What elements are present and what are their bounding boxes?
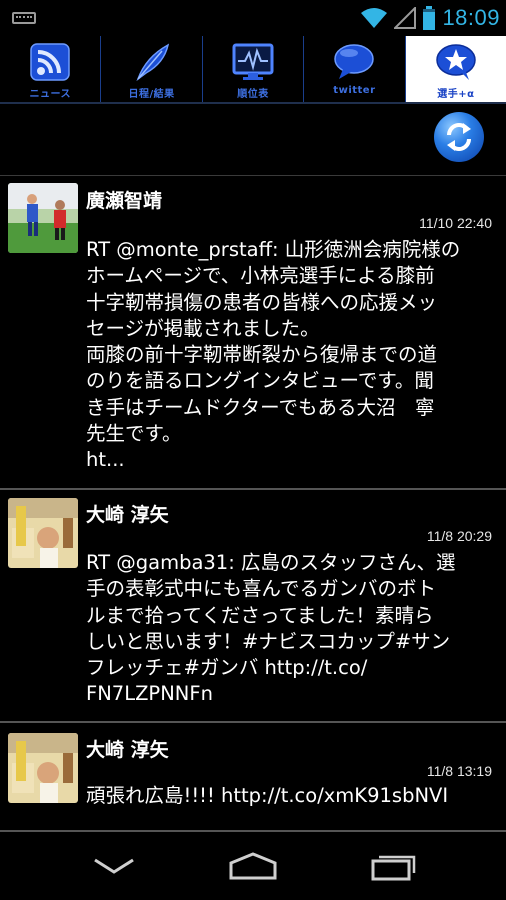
back-button[interactable]: [84, 844, 144, 888]
home-icon: [229, 852, 277, 880]
tab-twitter[interactable]: twitter: [303, 36, 404, 102]
tweet-timestamp: 11/10 22:40: [419, 215, 492, 231]
home-button[interactable]: [223, 844, 283, 888]
recents-icon: [371, 855, 416, 881]
tab-standings-label: 順位表: [237, 89, 269, 100]
recents-button[interactable]: [364, 844, 424, 888]
keyboard-icon: [12, 12, 36, 24]
tweet-list[interactable]: 廣瀬智靖 11/10 22:40 RT @monte_prstaff: 山形徳洲…: [0, 177, 506, 832]
tab-news[interactable]: ニュース: [0, 36, 100, 102]
tweet-item[interactable]: 廣瀬智靖 11/10 22:40 RT @monte_prstaff: 山形徳洲…: [0, 177, 506, 490]
tab-bar: ニュース 日程/結果 順位表 twitter 選手+α: [0, 36, 506, 104]
avatar: [8, 183, 78, 253]
avatar: [8, 498, 78, 568]
wifi-icon: [361, 8, 388, 28]
battery-icon: [423, 6, 436, 30]
rss-icon: [28, 42, 72, 82]
back-chevron-icon: [94, 858, 134, 874]
tab-schedule[interactable]: 日程/結果: [100, 36, 201, 102]
clock: 18:09: [442, 5, 500, 30]
status-bar: 18:09: [0, 0, 506, 36]
tweet-timestamp: 11/8 13:19: [426, 763, 492, 779]
toolbar: [0, 104, 506, 176]
tab-players[interactable]: 選手+α: [404, 36, 506, 102]
tab-standings[interactable]: 順位表: [201, 36, 303, 102]
tweet-timestamp: 11/8 20:29: [426, 528, 492, 544]
tweet-body: 頑張れ広島!!!! http://t.co/xmK91sbNVI: [86, 784, 449, 807]
tweet-item[interactable]: 大崎 淳矢 11/8 20:29 RT @gamba31: 広島のスタッフさん、…: [0, 490, 506, 723]
status-icons: 18:09: [360, 0, 500, 36]
system-nav-bar: [0, 832, 506, 900]
refresh-button[interactable]: [434, 112, 484, 162]
signal-icon: [394, 7, 417, 29]
tweet-author: 大崎 淳矢: [86, 504, 169, 526]
tweet-author: 大崎 淳矢: [86, 739, 169, 761]
tab-players-label: 選手+α: [437, 89, 475, 100]
feather-icon: [130, 42, 174, 82]
tweet-body: RT @monte_prstaff: 山形徳洲会病院様の ホームページで、小林亮…: [86, 238, 461, 472]
refresh-icon: [447, 123, 471, 151]
star-bubble-icon: [434, 42, 478, 82]
tab-twitter-label: twitter: [333, 85, 376, 96]
tweet-item[interactable]: 大崎 淳矢 11/8 13:19 頑張れ広島!!!! http://t.co/x…: [0, 723, 506, 832]
avatar: [8, 733, 78, 803]
tweet-body: RT @gamba31: 広島のスタッフさん、選 手の表彰式中にも喜んでるガンバ…: [86, 551, 456, 706]
monitor-chart-icon: [231, 42, 275, 82]
tweet-author: 廣瀬智靖: [86, 190, 163, 212]
tab-schedule-label: 日程/結果: [128, 89, 175, 100]
tab-news-label: ニュース: [29, 89, 71, 100]
speech-bubble-icon: [332, 42, 376, 82]
